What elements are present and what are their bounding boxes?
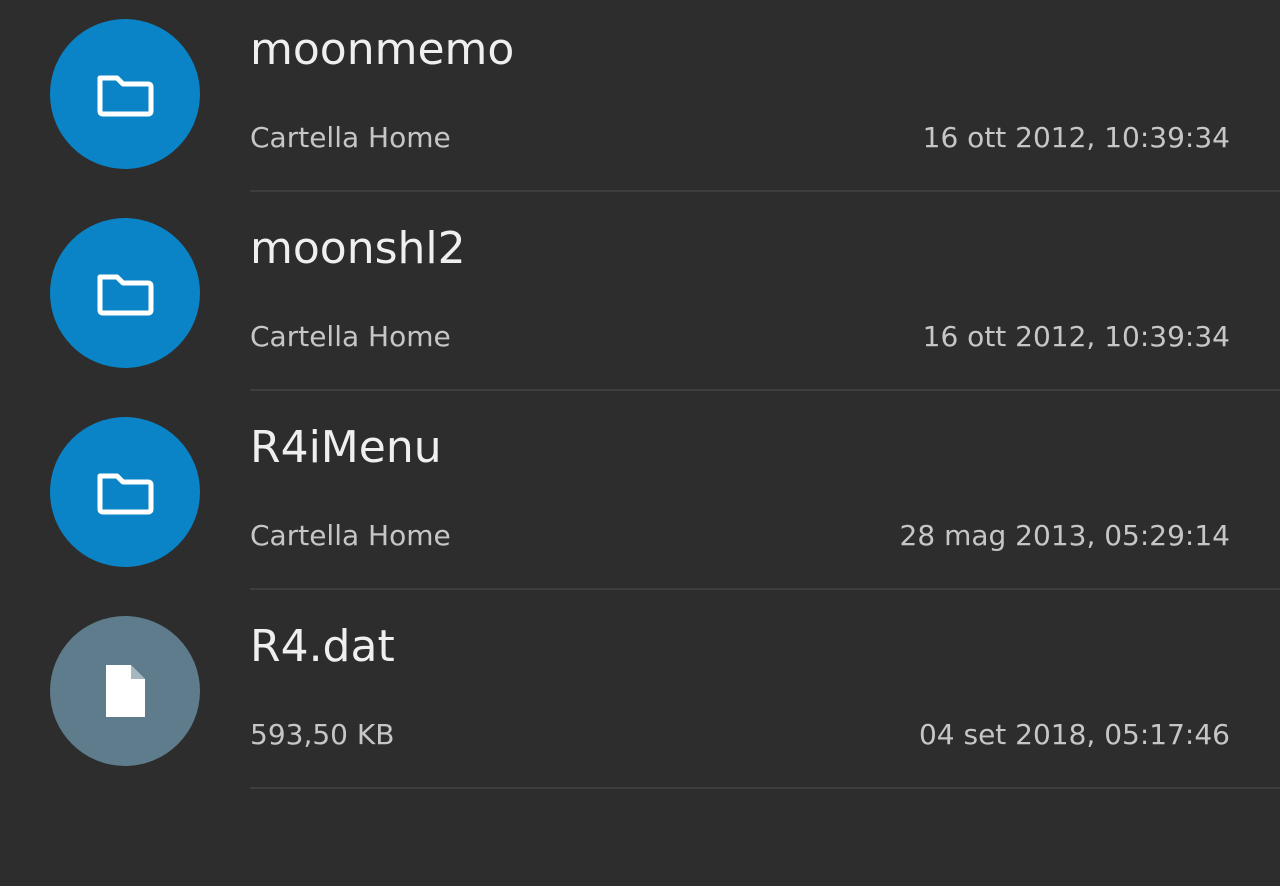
folder-avatar — [50, 19, 200, 169]
folder-icon — [97, 274, 154, 316]
file-avatar — [50, 616, 200, 766]
item-subtitle: Cartella Home — [250, 320, 451, 353]
divider — [250, 588, 1280, 590]
list-item[interactable]: moonmemo Cartella Home 16 ott 2012, 10:3… — [0, 0, 1280, 199]
folder-avatar — [50, 417, 200, 567]
folder-icon — [97, 473, 154, 515]
item-name: R4.dat — [250, 621, 395, 672]
item-subtitle: Cartella Home — [250, 519, 451, 552]
item-date: 16 ott 2012, 10:39:34 — [922, 121, 1230, 154]
divider — [250, 787, 1280, 789]
folder-avatar — [50, 218, 200, 368]
divider — [250, 190, 1280, 192]
item-name: moonshl2 — [250, 223, 466, 274]
item-name: R4iMenu — [250, 422, 442, 473]
item-size: 593,50 KB — [250, 718, 395, 751]
item-date: 04 set 2018, 05:17:46 — [918, 718, 1230, 751]
item-subtitle: Cartella Home — [250, 121, 451, 154]
divider — [250, 389, 1280, 391]
item-name: moonmemo — [250, 24, 515, 75]
list-item[interactable]: moonshl2 Cartella Home 16 ott 2012, 10:3… — [0, 199, 1280, 398]
file-list: moonmemo Cartella Home 16 ott 2012, 10:3… — [0, 0, 1280, 886]
file-icon — [106, 665, 145, 717]
list-item[interactable]: R4iMenu Cartella Home 28 mag 2013, 05:29… — [0, 398, 1280, 597]
list-item[interactable]: R4.dat 593,50 KB 04 set 2018, 05:17:46 — [0, 597, 1280, 796]
item-date: 16 ott 2012, 10:39:34 — [922, 320, 1230, 353]
folder-icon — [97, 75, 154, 117]
item-date: 28 mag 2013, 05:29:14 — [899, 519, 1230, 552]
